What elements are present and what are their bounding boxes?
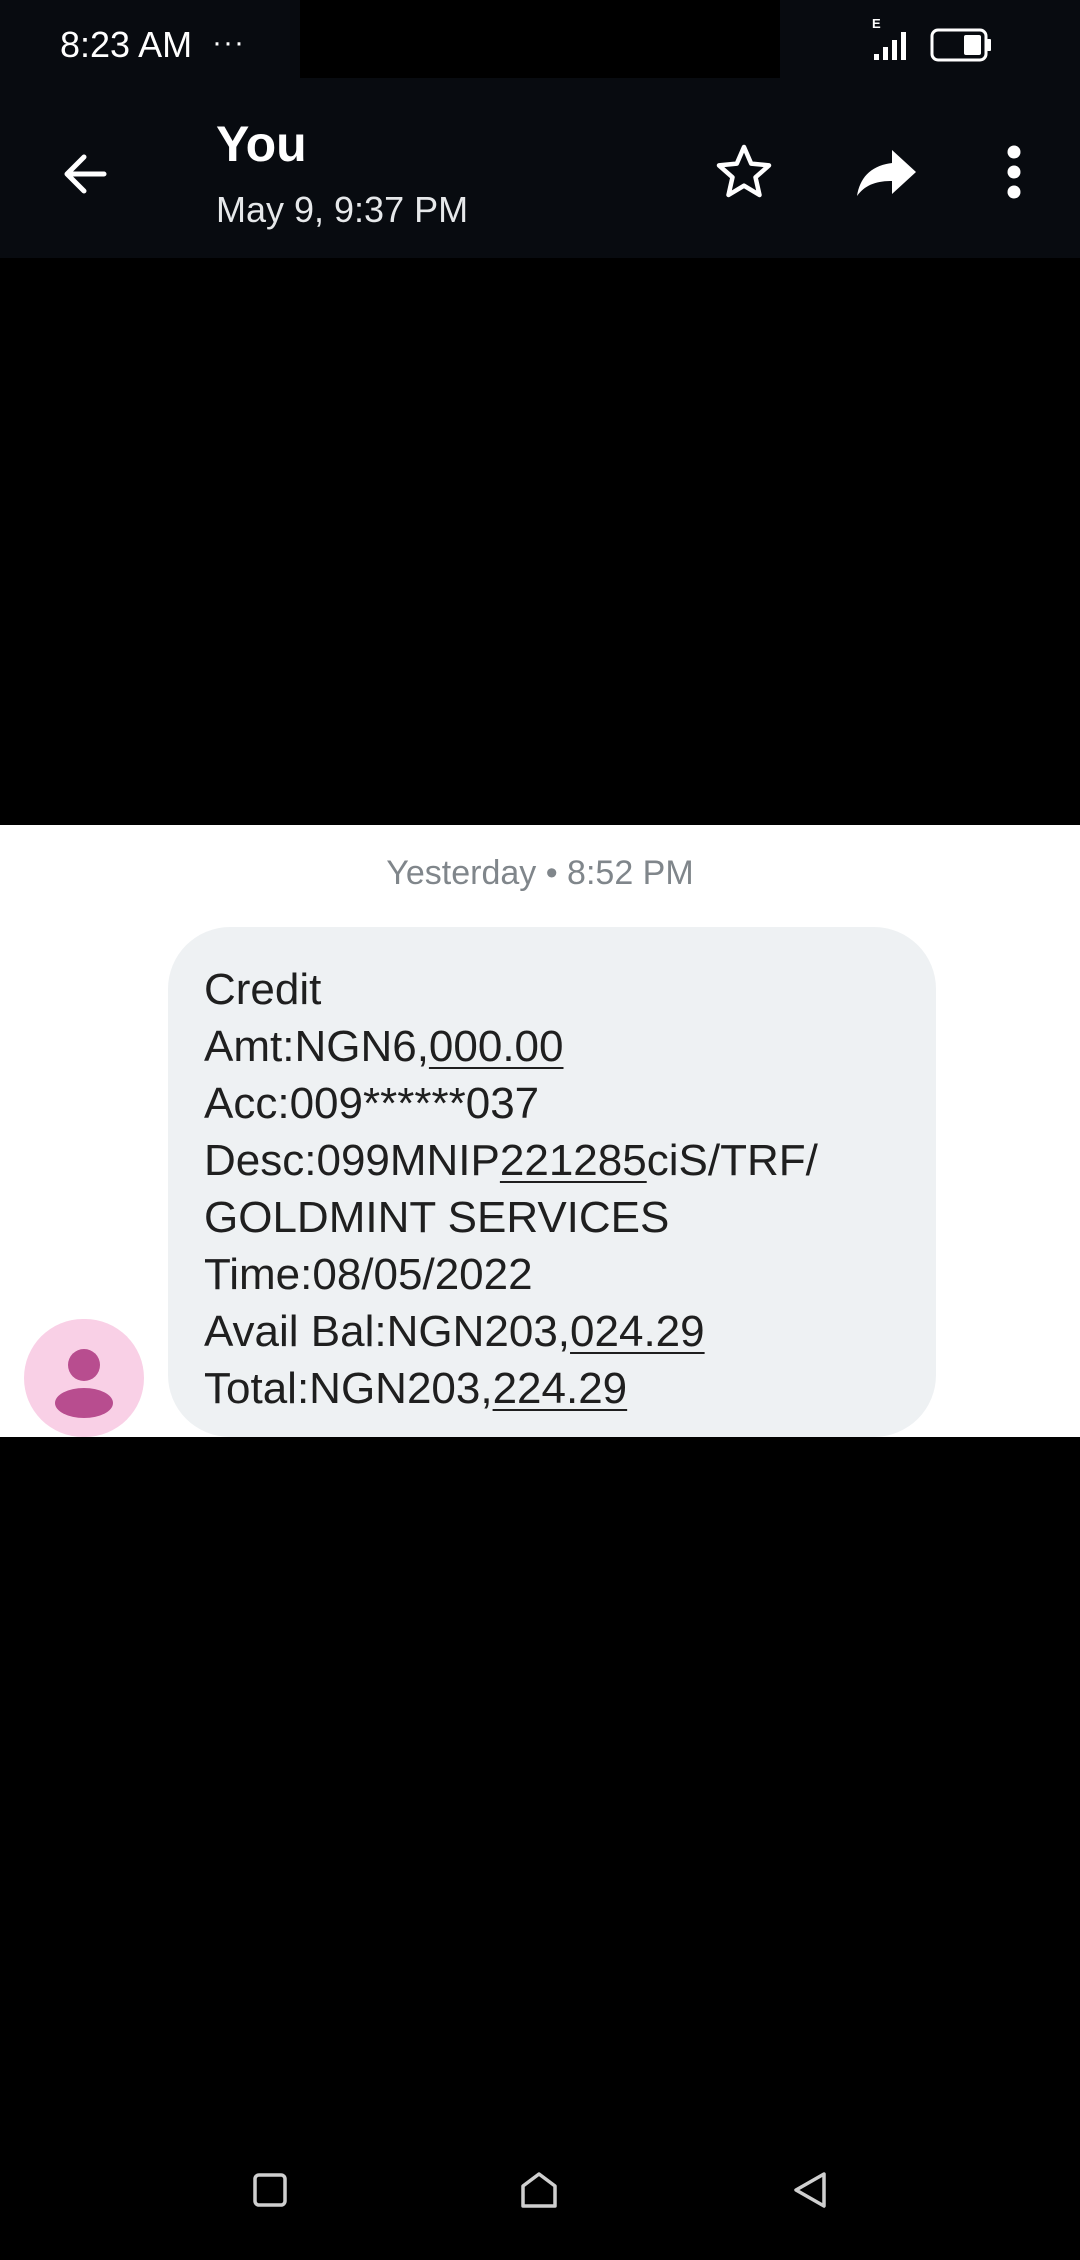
forward-icon (857, 150, 916, 196)
number-link[interactable]: 221285 (500, 1136, 647, 1185)
system-back-button[interactable] (780, 2160, 840, 2220)
conversation-subtitle: May 9, 9:37 PM (216, 189, 469, 230)
conversation-title: You (216, 116, 307, 172)
number-link[interactable]: 224.29 (493, 1364, 628, 1413)
status-bar: 8:23 AM ··· E (0, 0, 1080, 90)
signal-icon: E (872, 16, 906, 60)
message-line: GOLDMINT SERVICES (204, 1189, 900, 1246)
message-line: Amt:NGN6,000.00 (204, 1018, 900, 1075)
back-button[interactable] (44, 134, 124, 214)
message-text: ciS/TRF/ (646, 1136, 818, 1185)
back-arrow-icon (64, 154, 107, 194)
sender-avatar[interactable] (24, 1319, 144, 1437)
message-text: Avail Bal:NGN203, (204, 1307, 571, 1356)
notification-dots: ··· (212, 26, 245, 59)
message-text: Desc:099MNIP (204, 1136, 500, 1185)
message-text: Total:NGN203, (204, 1364, 493, 1413)
number-link[interactable]: 024.29 (570, 1307, 705, 1356)
home-icon (521, 2172, 557, 2208)
more-options-button[interactable] (974, 132, 1054, 212)
star-icon (716, 144, 772, 198)
battery-icon (930, 28, 991, 62)
message-text: GOLDMINT SERVICES (204, 1193, 670, 1242)
conversation-header: You May 9, 9:37 PM (0, 90, 1080, 258)
message-line: Acc:009******037 (204, 1075, 900, 1132)
recents-square-icon (253, 2173, 287, 2207)
camera-notch (300, 0, 780, 78)
network-type-label: E (872, 16, 881, 31)
more-vert-icon (1007, 145, 1021, 199)
back-triangle-icon (794, 2172, 826, 2208)
person-icon (55, 1349, 113, 1418)
recents-button[interactable] (240, 2160, 300, 2220)
message-line: Credit (204, 961, 900, 1018)
forward-button[interactable] (846, 132, 926, 212)
message-text: Credit (204, 965, 322, 1014)
message-text: Time:08/05/2022 (204, 1250, 533, 1299)
message-text: Acc:009******037 (204, 1079, 540, 1128)
message-line: Time:08/05/2022 (204, 1246, 900, 1303)
system-navigation-bar (0, 2110, 1080, 2260)
message-timestamp: Yesterday • 8:52 PM (386, 854, 694, 892)
message-line: Total:NGN203,224.29 (204, 1360, 900, 1417)
message-bubble[interactable]: Credit Amt:NGN6,000.00 Acc:009******037 … (168, 927, 936, 1437)
conversation-area: Yesterday • 8:52 PM Credit Amt:NGN6,000.… (0, 825, 1080, 1437)
title-block: You May 9, 9:37 PM (216, 114, 468, 234)
status-time: 8:23 AM (60, 24, 193, 65)
star-button[interactable] (704, 132, 784, 212)
message-line: Avail Bal:NGN203,024.29 (204, 1303, 900, 1360)
number-link[interactable]: 000.00 (429, 1022, 564, 1071)
home-button[interactable] (509, 2160, 569, 2220)
message-text: Amt:NGN6, (204, 1022, 429, 1071)
message-line: Desc:099MNIP221285ciS/TRF/ (204, 1132, 900, 1189)
